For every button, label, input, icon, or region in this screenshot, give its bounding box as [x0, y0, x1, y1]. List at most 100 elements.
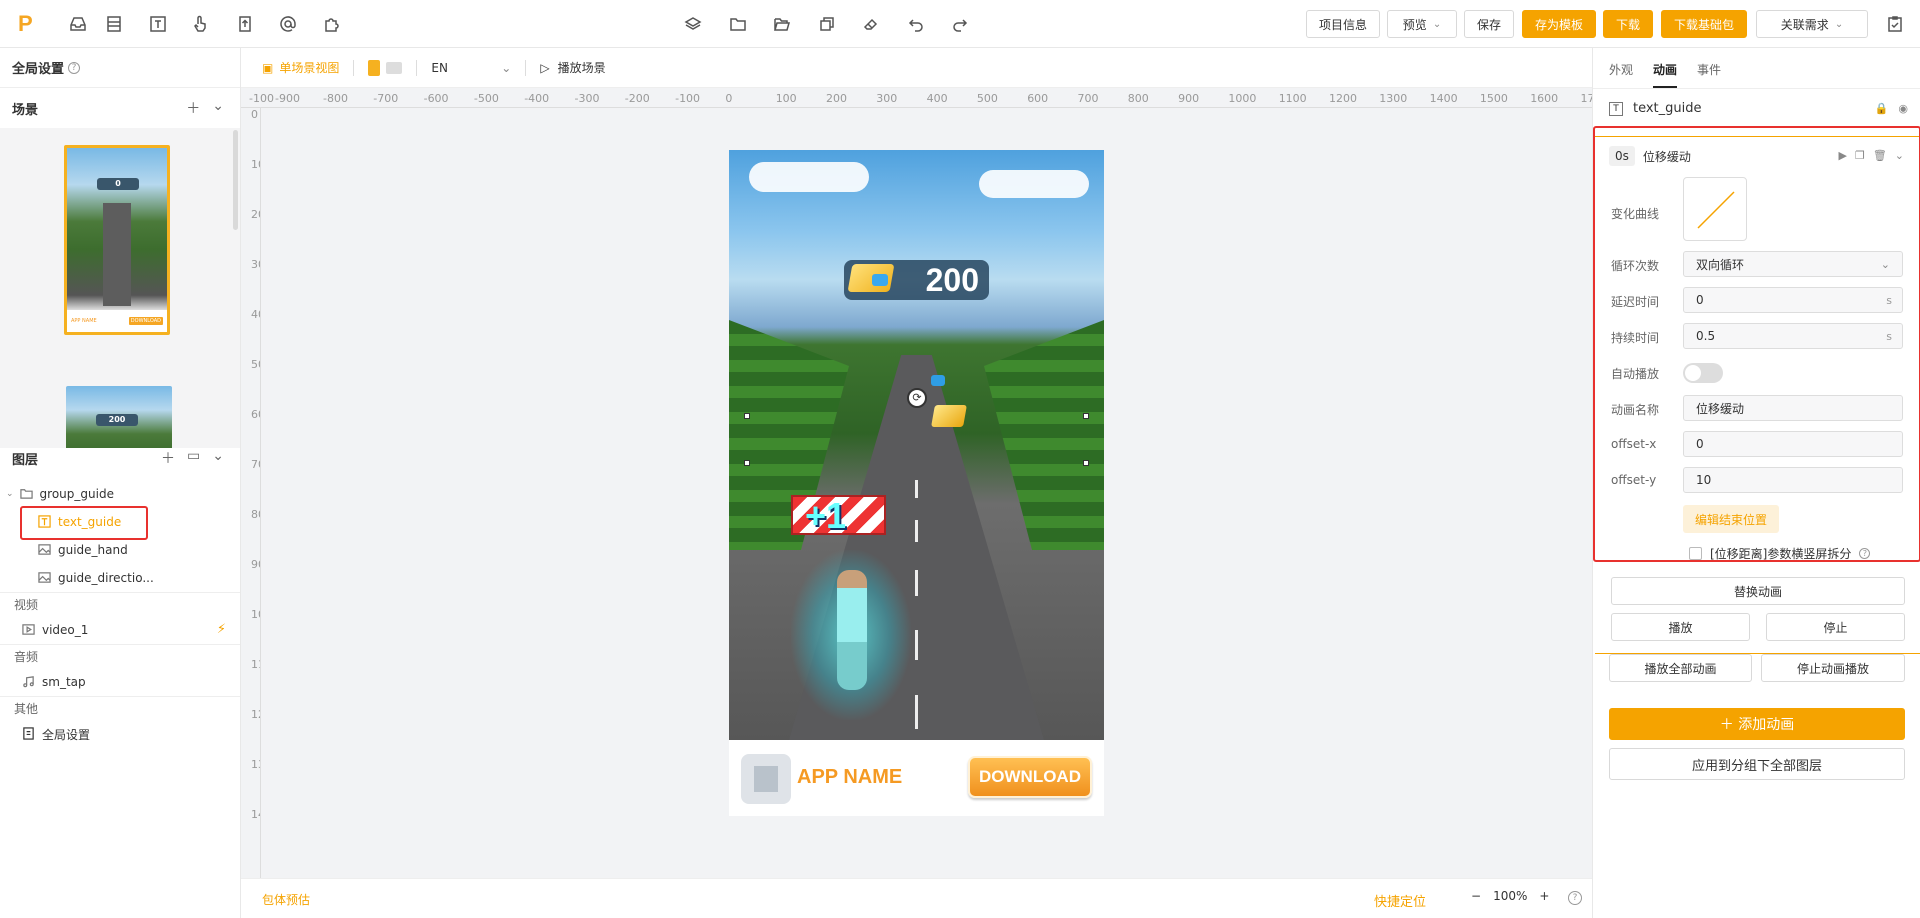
ruler-tick-label: -500: [473, 92, 499, 105]
chevron-down-icon[interactable]: ⌄: [212, 448, 224, 468]
app-logo[interactable]: P: [18, 12, 38, 36]
add-icon[interactable]: ＋: [186, 98, 200, 118]
scene-2-thumbnail[interactable]: 200: [66, 386, 172, 448]
ruler-tick-label: 1400: [1429, 92, 1458, 105]
layer-label: video_1: [42, 623, 89, 637]
ruler-tick-label: -100: [249, 92, 274, 105]
language-select[interactable]: EN ⌄: [431, 61, 511, 75]
portrait-swatch[interactable]: [368, 59, 381, 76]
ruler-tick-label: 1400: [251, 808, 260, 821]
undo-icon[interactable]: [906, 14, 926, 34]
ruler-tick-label: 400: [926, 92, 948, 105]
at-icon[interactable]: [278, 14, 298, 34]
save-template-button[interactable]: 存为模板: [1522, 10, 1596, 38]
inbox-icon[interactable]: [68, 14, 88, 34]
help-icon[interactable]: ?: [68, 61, 81, 74]
upload-file-icon[interactable]: [235, 14, 255, 34]
quick-locate-button[interactable]: 快捷定位: [1374, 891, 1426, 910]
download-base-label: 下载基础包: [1673, 17, 1734, 32]
top-toolbar: P 项目信息 预览 ⌄ 保存 存为模板 下载 下载基础包 关联需求 ⌄: [0, 0, 1920, 48]
resize-handle[interactable]: [1083, 460, 1089, 466]
text-tool-icon[interactable]: [148, 14, 168, 34]
tab-events[interactable]: 事件: [1697, 61, 1721, 88]
chevron-down-icon[interactable]: ⌄: [212, 98, 224, 118]
ruler-tick-label: 700: [251, 458, 260, 471]
folder-open-icon[interactable]: [772, 14, 792, 34]
scene-1-thumbnail[interactable]: 0 APP NAME DOWNLOAD: [64, 145, 170, 335]
layer-sm-tap[interactable]: sm_tap: [0, 668, 240, 696]
scene-scrollbar[interactable]: [233, 130, 238, 230]
selected-object-row: T text_guide 🔒 ◉: [1593, 88, 1920, 128]
clipboard-check-icon[interactable]: [1885, 14, 1905, 34]
landscape-swatch[interactable]: [386, 61, 403, 74]
help-icon[interactable]: ?: [1568, 891, 1582, 905]
stop-button[interactable]: 停止: [1766, 613, 1905, 641]
game-scene: 200 +1 ⟳: [729, 150, 1104, 740]
gem-icon: [872, 274, 888, 286]
play-button[interactable]: 播放: [1611, 613, 1750, 641]
ruler-tick-label: 1300: [1379, 92, 1408, 105]
scene-stage[interactable]: 200 +1 ⟳ APP NAME DOWNLOAD: [729, 150, 1104, 816]
add-icon[interactable]: ＋: [161, 448, 175, 468]
play-scene-label: 播放场景: [557, 61, 606, 75]
download-button[interactable]: 下载: [1603, 10, 1653, 38]
layer-group-guide[interactable]: ⌄ group_guide: [0, 480, 240, 508]
layers-icon[interactable]: [683, 14, 703, 34]
play-all-animations-button[interactable]: 播放全部动画: [1609, 654, 1752, 682]
resize-handle[interactable]: [1083, 413, 1089, 419]
ruler-tick-label: 600: [1027, 92, 1049, 105]
tab-animation[interactable]: 动画: [1653, 61, 1678, 88]
thumb-score: 0: [97, 178, 139, 190]
zoom-in-button[interactable]: +: [1539, 889, 1549, 903]
ruler-tick-label: 100: [251, 158, 260, 171]
ruler-tick-label: 300: [876, 92, 898, 105]
layers-header: 图层 ＋ ▭ ⌄: [0, 440, 240, 476]
zoom-out-button[interactable]: −: [1471, 889, 1481, 903]
tab-appearance[interactable]: 外观: [1609, 61, 1633, 88]
download-cta-button[interactable]: DOWNLOAD: [968, 756, 1092, 798]
single-scene-view-toggle[interactable]: ▣ 单场景视图: [262, 59, 339, 76]
folder-icon[interactable]: [728, 14, 748, 34]
folder-icon: [19, 487, 34, 501]
chevron-down-icon[interactable]: ⌄: [6, 489, 14, 499]
divider: [353, 59, 355, 76]
link-demand-dropdown[interactable]: 关联需求 ⌄: [1756, 10, 1868, 38]
text-layer-icon: T: [1609, 101, 1623, 116]
layer-guide-hand[interactable]: guide_hand: [0, 536, 240, 564]
redo-icon[interactable]: [950, 14, 970, 34]
layers-title: 图层: [12, 452, 39, 468]
chevron-down-icon: ⌄: [1432, 18, 1442, 30]
lock-icon[interactable]: 🔒: [1875, 102, 1889, 115]
lightning-icon[interactable]: ⚡: [217, 622, 226, 637]
play-scene-button[interactable]: ▷ 播放场景: [540, 59, 605, 76]
vertical-ruler: 0 100 200 300 400 500 600 700 800 900 1000 1100 1200…: [241, 108, 261, 878]
replace-animation-button[interactable]: 替换动画: [1611, 577, 1905, 605]
project-info-button[interactable]: 项目信息: [1306, 10, 1380, 38]
layer-global-settings[interactable]: 全局设置: [0, 720, 240, 748]
copy-icon[interactable]: [817, 14, 837, 34]
plugin-icon[interactable]: [322, 14, 342, 34]
package-estimate-link[interactable]: 包体预估: [262, 891, 310, 908]
resize-handle[interactable]: [744, 413, 750, 419]
ruler-tick-label: 100: [775, 92, 797, 105]
global-settings-header[interactable]: 全局设置 ? ⌃: [0, 48, 1920, 918]
add-animation-button[interactable]: ＋ 添加动画: [1609, 708, 1905, 740]
rotate-handle-icon[interactable]: ⟳: [907, 388, 927, 408]
eye-icon[interactable]: ◉: [1898, 102, 1908, 115]
download-base-button[interactable]: 下载基础包: [1661, 10, 1747, 38]
folder-icon[interactable]: ▭: [187, 448, 200, 468]
preview-dropdown[interactable]: 预览 ⌄: [1387, 10, 1457, 38]
layer-video-1[interactable]: video_1 ⚡: [0, 616, 240, 644]
stop-all-animations-button[interactable]: 停止动画播放: [1761, 654, 1905, 682]
layer-guide-direction[interactable]: guide_directio...: [0, 564, 240, 592]
apply-to-group-button[interactable]: 应用到分组下全部图层: [1609, 748, 1905, 780]
eraser-icon[interactable]: [861, 14, 881, 34]
highlight-box: [1593, 126, 1920, 562]
layout-icon[interactable]: [104, 14, 124, 34]
ruler-tick-label: 500: [251, 358, 260, 371]
hand-pointer-icon[interactable]: [190, 14, 210, 34]
resize-handle[interactable]: [744, 460, 750, 466]
ruler-tick-label: 1600: [1530, 92, 1559, 105]
save-button[interactable]: 保存: [1464, 10, 1514, 38]
layer-label: guide_hand: [58, 543, 128, 557]
